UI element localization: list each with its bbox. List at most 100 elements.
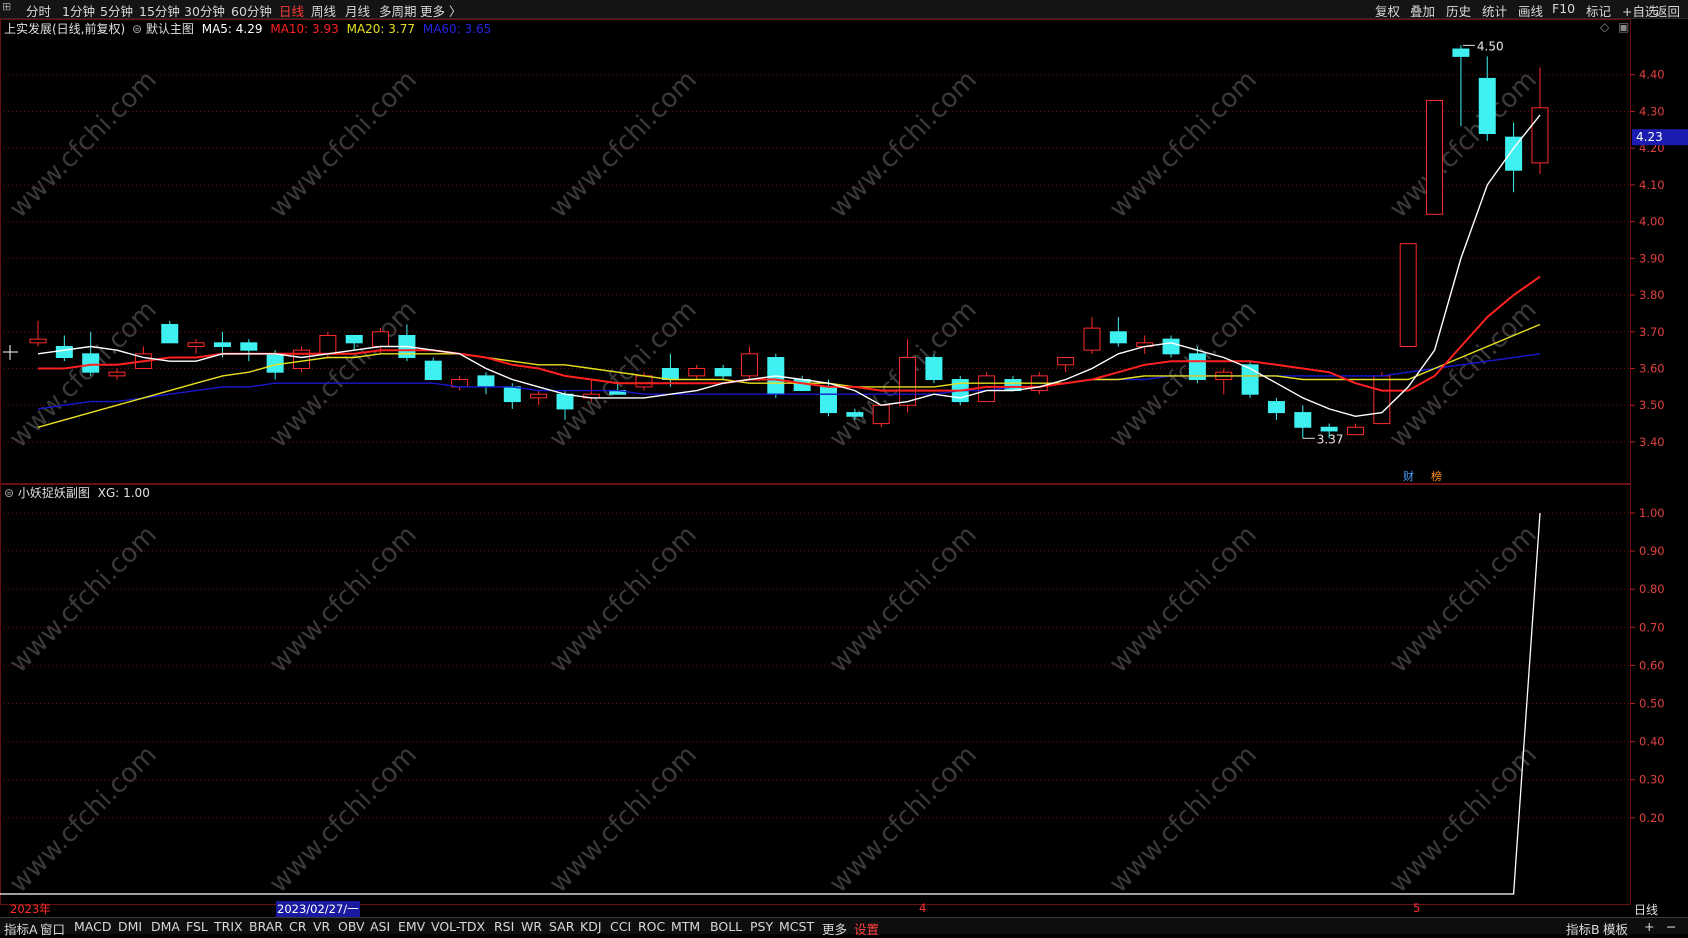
indicator-tab-0[interactable]: 指标A: [4, 919, 38, 938]
y-tick-label: 3.60: [1639, 362, 1665, 376]
period-tab-3[interactable]: 15分钟: [139, 1, 180, 20]
candle: [1452, 45, 1470, 127]
indicator-tab-8[interactable]: CR: [289, 919, 306, 934]
indicator-tab-24[interactable]: 更多: [822, 919, 847, 938]
indicator-tab-14[interactable]: RSI: [494, 919, 514, 934]
y-tick-label: 3.80: [1639, 288, 1665, 302]
candle-body: [345, 334, 363, 344]
indicator-tab-12[interactable]: EMV: [398, 919, 425, 934]
period-tab-0[interactable]: 分时: [26, 1, 51, 20]
candle: [714, 364, 732, 380]
period-tab-7[interactable]: 周线: [311, 1, 336, 20]
candle-body: [1347, 426, 1364, 436]
watermark-text: www.cfchi.com: [264, 295, 423, 454]
candle: [688, 364, 706, 380]
candle-body: [187, 342, 205, 347]
candle-body: [1426, 99, 1444, 215]
indicator-tab-7[interactable]: BRAR: [249, 919, 283, 934]
indicator-tab-11[interactable]: ASI: [370, 919, 390, 934]
period-tab-9[interactable]: 多周期: [379, 1, 417, 20]
main-chart-panel[interactable]: www.cfchi.com www.cfchi.com www.cfchi.com w…: [0, 19, 1688, 484]
candle: [1347, 423, 1364, 436]
indicator-tab-3[interactable]: DMI: [118, 919, 142, 934]
indicator-tab-1[interactable]: 窗口: [40, 919, 65, 938]
indicator-action-1[interactable]: 模板: [1603, 919, 1628, 938]
candle-body: [240, 342, 258, 351]
y-tick-label: 4.30: [1639, 104, 1665, 118]
date-axis: 2023年 2023/02/27/一 4 5 日线: [0, 901, 1688, 917]
y-tick-label: 0.60: [1639, 658, 1665, 672]
candle-body: [319, 334, 337, 355]
period-tab-1[interactable]: 1分钟: [62, 1, 95, 20]
indicator-action-3[interactable]: −: [1666, 919, 1676, 934]
indicator-tab-23[interactable]: MCST: [779, 919, 814, 934]
watermark-text: www.cfchi.com: [264, 520, 423, 679]
indicator-tab-13[interactable]: VOL-TDX: [431, 919, 485, 934]
indicator-tab-6[interactable]: TRIX: [214, 919, 243, 934]
mark-button[interactable]: 标记: [1586, 1, 1611, 20]
indicator-tab-18[interactable]: CCI: [610, 919, 631, 934]
indicator-tab-17[interactable]: KDJ: [580, 919, 602, 934]
indicator-tabs-bar: 指标A 窗口 MACD DMI DMA FSL TRIX BRAR CR VR OBV ASI EMV V…: [0, 917, 1688, 937]
indicator-action-2[interactable]: +: [1644, 919, 1654, 934]
indicator-tab-21[interactable]: BOLL: [710, 919, 742, 934]
toolbar-action-1[interactable]: 叠加: [1410, 1, 1435, 20]
candle-body: [161, 323, 179, 344]
bang-tag: 榜: [1431, 469, 1442, 483]
y-tick-label: 4.10: [1639, 178, 1665, 192]
candle: [1215, 368, 1233, 395]
indicator-tab-9[interactable]: VR: [313, 919, 330, 934]
candle-body: [266, 353, 284, 373]
period-tab-6[interactable]: 日线: [279, 1, 304, 20]
indicator-chart[interactable]: www.cfchi.com www.cfchi.com www.cfchi.com w…: [0, 484, 1688, 905]
toolbar-action-5[interactable]: F10: [1552, 1, 1575, 16]
month-4-label: 4: [919, 901, 927, 915]
candle: [1136, 335, 1154, 354]
candle-body: [1057, 357, 1075, 366]
indicator-tab-15[interactable]: WR: [521, 919, 542, 934]
year-label: 2023年: [10, 902, 51, 916]
toolbar-action-4[interactable]: 画线: [1518, 1, 1543, 20]
sub-chart-panel[interactable]: www.cfchi.com www.cfchi.com www.cfchi.com w…: [0, 484, 1688, 905]
period-tab-4[interactable]: 30分钟: [184, 1, 225, 20]
candle: [1399, 243, 1417, 347]
period-tab-5[interactable]: 60分钟: [231, 1, 272, 20]
menu-icon[interactable]: ⊞: [2, 0, 11, 13]
toolbar-action-3[interactable]: 统计: [1482, 1, 1507, 20]
toolbar-action-0[interactable]: 复权: [1375, 1, 1400, 20]
candle-body: [1478, 77, 1496, 134]
indicator-tab-19[interactable]: ROC: [638, 919, 665, 934]
candle-body: [1004, 379, 1022, 392]
y-tick-label: 0.80: [1639, 582, 1665, 596]
candle: [108, 368, 126, 380]
watermark-text: www.cfchi.com: [1104, 740, 1263, 899]
candle-body: [29, 338, 47, 344]
ma10-line: [38, 275, 1541, 392]
watermark-text: www.cfchi.com: [1104, 65, 1263, 224]
indicator-action-0[interactable]: 指标B: [1566, 919, 1600, 938]
period-tab-2[interactable]: 5分钟: [100, 1, 133, 20]
indicator-tab-22[interactable]: PSY: [750, 919, 773, 934]
candle-body: [213, 342, 231, 347]
indicator-tab-5[interactable]: FSL: [186, 919, 208, 934]
watermark-text: www.cfchi.com: [824, 740, 983, 899]
candle-body: [688, 368, 706, 377]
indicator-tab-2[interactable]: MACD: [74, 919, 111, 934]
candle: [29, 320, 47, 347]
indicator-tab-4[interactable]: DMA: [151, 919, 180, 934]
candle-body: [1320, 426, 1338, 432]
toolbar-action-2[interactable]: 历史: [1446, 1, 1471, 20]
indicator-tab-10[interactable]: OBV: [338, 919, 365, 934]
candle-body: [846, 412, 864, 417]
indicator-tab-25[interactable]: 设置: [854, 919, 879, 938]
period-tab-8[interactable]: 月线: [345, 1, 370, 20]
indicator-tab-20[interactable]: MTM: [671, 919, 700, 934]
candlestick-chart[interactable]: www.cfchi.com www.cfchi.com www.cfchi.com w…: [0, 19, 1688, 484]
y-tick-label: 0.40: [1639, 735, 1665, 749]
toolbar-action-7[interactable]: 返回: [1655, 1, 1680, 20]
indicator-tab-16[interactable]: SAR: [549, 919, 574, 934]
candle: [1083, 317, 1101, 354]
toolbar-action-6[interactable]: +自选: [1622, 1, 1657, 20]
period-tab-10[interactable]: 更多 〉: [420, 1, 461, 20]
candle-body: [1373, 375, 1391, 425]
